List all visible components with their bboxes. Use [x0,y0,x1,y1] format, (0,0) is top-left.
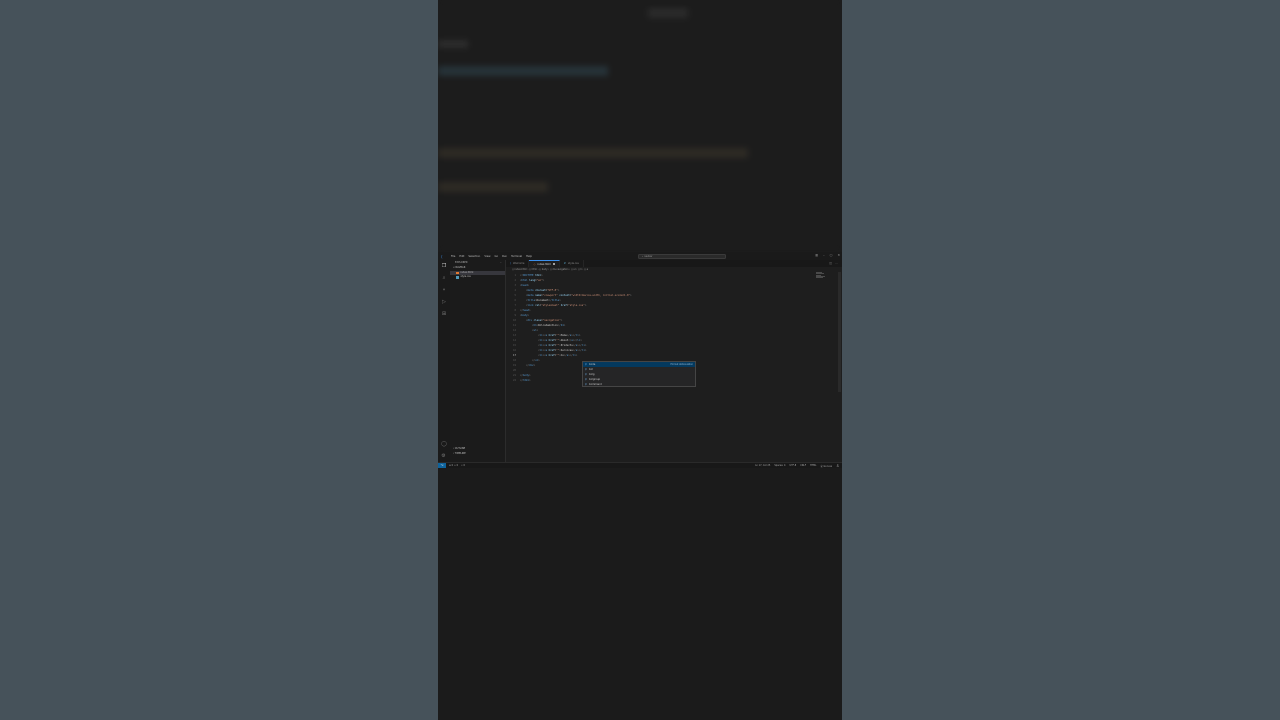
blur-block [438,182,548,192]
editor-actions: ◫ ··· [829,260,842,267]
vertical-scrollbar[interactable] [838,272,841,392]
unsaved-dot-icon[interactable] [552,263,555,265]
tab-style-css[interactable]: # style.css [560,260,584,267]
explorer-panel: EXPLORER ··· ∨ NAVBAR index.html style.css… [450,260,506,462]
blur-block [438,148,748,158]
line-number: 22 [512,379,516,382]
window-controls: ▥ – ▢ ✕ [815,253,840,257]
lower-dark-area [438,468,842,720]
menu-item-selection[interactable]: Selection [468,255,480,258]
file-name: style.css [460,275,471,278]
more-icon[interactable]: ··· [835,260,838,267]
vscode-icon: ⟨ [510,262,512,265]
minimap[interactable] [816,272,826,282]
blur-block [438,40,468,48]
account-icon[interactable]: ◯ [441,441,447,447]
activity-bar: ❐ ⌕ ⑂ ▷ ⊞ ◯ ⚙ [438,260,450,462]
problems-count[interactable]: ⊗ 0 ⚠ 0 [449,464,458,467]
suggestion-label: Command [588,383,602,386]
blur-block [648,8,688,18]
maximize-icon[interactable]: ▢ [830,253,833,257]
file-list: index.html style.css [450,270,505,280]
language-mode[interactable]: HTML [810,464,816,468]
vscode-logo-icon: ⟨ [441,253,443,259]
source-control-icon[interactable]: ⑂ [442,287,445,293]
menu-bar: File Edit Selection View Go Run Terminal Help [451,255,532,258]
editor-area: ⟨ Welcome ◇ index.html # style.css ◫ ··· ⟨⟩ i… [506,260,842,462]
encoding[interactable]: UTF-8 [790,464,797,468]
blurred-zoom-area [438,0,842,250]
menu-item-edit[interactable]: Edit [459,255,464,258]
vscode-window: ⟨ File Edit Selection View Go Run Terminal Help… [438,252,842,469]
run-debug-icon[interactable]: ▷ [442,299,446,305]
more-actions-icon[interactable]: ··· [500,260,502,266]
line-ending[interactable]: CRLF [800,464,806,468]
layout-toggle-icon[interactable]: ▥ [815,253,818,257]
suggestion-detail: Emmet Abbreviation [670,363,693,366]
autocomplete-suggestions: ⚲ Code Emmet Abbreviation ⚲ Col ⚲ Colg ⚲ Colgrou… [582,361,696,387]
files-explorer-icon[interactable]: ❐ [442,263,446,269]
suggestion-item[interactable]: ⚲ Command [583,382,695,387]
tab-welcome[interactable]: ⟨ Welcome [506,260,530,267]
minimize-icon[interactable]: – [823,253,825,257]
file-type-icon [456,271,459,274]
file-item[interactable]: style.css [450,275,505,280]
menu-item-view[interactable]: View [484,255,490,258]
explorer-bottom-sections: › OUTLINE › TIMELINE [450,446,506,456]
tab-index-html[interactable]: ◇ index.html [529,260,560,267]
notifications-bell-icon[interactable]: 🔔︎ [836,464,839,468]
go-live-button[interactable]: ⦿ Go Live [820,464,832,468]
close-icon[interactable]: ✕ [837,253,840,257]
search-icon[interactable]: ⌕ [443,275,446,281]
tab-label: style.css [567,262,579,265]
split-editor-icon[interactable]: ◫ [829,260,832,267]
settings-gear-icon[interactable]: ⚙ [441,453,447,459]
cursor-position[interactable]: Ln 17, Col 25 [755,464,770,468]
menu-item-file[interactable]: File [451,255,455,258]
wrench-icon: ⚲ [585,383,587,386]
ports-indicator[interactable]: ⚡ 0 [461,464,465,467]
title-bar: ⟨ File Edit Selection View Go Run Terminal Help… [438,252,842,260]
menu-item-help[interactable]: Help [526,255,532,258]
left-blurred-background [0,0,438,720]
tab-label: Welcome [513,262,525,265]
blur-block [438,66,608,76]
line-content: </html> [520,379,531,382]
indentation[interactable]: Spaces: 4 [774,464,785,468]
minimap-line [816,277,823,278]
right-blurred-background [842,0,1280,720]
editor-tabs: ⟨ Welcome ◇ index.html # style.css ◫ ··· [506,260,842,267]
extensions-icon[interactable]: ⊞ [442,311,446,317]
vertical-video-frame: ⟨ File Edit Selection View Go Run Terminal Help… [438,0,842,720]
line-content: </div> [526,364,536,367]
explorer-title: EXPLORER [455,261,468,264]
command-center-search[interactable]: ⌕ navbar [638,253,726,259]
file-type-icon [456,276,459,279]
menu-item-run[interactable]: Run [502,255,507,258]
menu-item-terminal[interactable]: Terminal [511,255,522,258]
menu-item-go[interactable]: Go [494,255,498,258]
timeline-section[interactable]: › TIMELINE [450,451,506,456]
css-icon: # [563,262,566,265]
